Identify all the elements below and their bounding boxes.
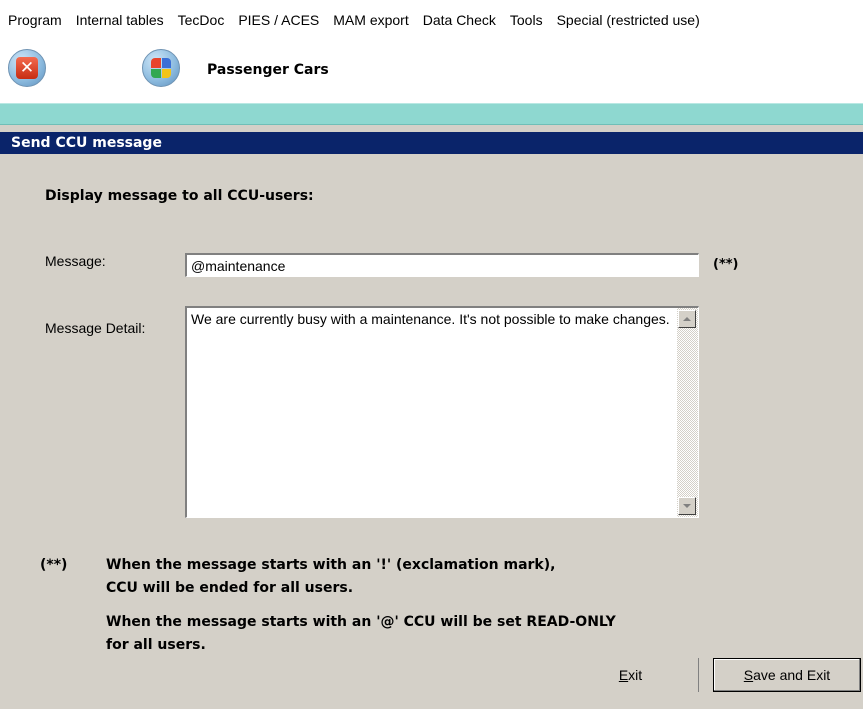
exit-button[interactable]: Exit bbox=[563, 658, 699, 692]
save-label: ave and Exit bbox=[753, 667, 831, 683]
dialog-heading: Display message to all CCU-users: bbox=[45, 188, 314, 204]
menu-tecdoc[interactable]: TecDoc bbox=[172, 12, 233, 28]
message-label: Message: bbox=[45, 253, 106, 269]
accent-strip bbox=[0, 103, 863, 125]
vertical-scrollbar[interactable] bbox=[677, 308, 698, 517]
menu-data-check[interactable]: Data Check bbox=[417, 12, 504, 28]
module-icon bbox=[151, 58, 171, 78]
menu-tools[interactable]: Tools bbox=[504, 12, 551, 28]
note-line-2: CCU will be ended for all users. bbox=[106, 580, 354, 596]
scroll-up-button[interactable] bbox=[678, 310, 696, 328]
menu-mam-export[interactable]: MAM export bbox=[327, 12, 416, 28]
menu-pies-aces[interactable]: PIES / ACES bbox=[232, 12, 327, 28]
note-line-3: When the message starts with an '@' CCU … bbox=[106, 614, 616, 630]
menu-bar: Program Internal tables TecDoc PIES / AC… bbox=[0, 0, 863, 40]
toolbar: ✕ Passenger Cars bbox=[0, 40, 863, 103]
save-and-exit-button[interactable]: Save and Exit bbox=[713, 658, 861, 692]
note-line-1: When the message starts with an '!' (exc… bbox=[106, 557, 556, 573]
close-icon: ✕ bbox=[16, 57, 38, 79]
note-mark: (**) bbox=[40, 557, 68, 573]
message-input[interactable] bbox=[185, 253, 699, 277]
required-mark: (**) bbox=[713, 257, 739, 272]
save-mnemonic: S bbox=[743, 667, 754, 683]
passenger-cars-button[interactable] bbox=[142, 49, 180, 87]
menu-special[interactable]: Special (restricted use) bbox=[551, 12, 708, 28]
arrow-up-icon bbox=[683, 317, 691, 321]
close-button[interactable]: ✕ bbox=[8, 49, 46, 87]
message-detail-field: We are currently busy with a maintenance… bbox=[185, 306, 699, 518]
arrow-down-icon bbox=[683, 504, 691, 508]
module-title: Passenger Cars bbox=[207, 62, 329, 78]
exit-mnemonic: E bbox=[618, 667, 629, 683]
menu-internal-tables[interactable]: Internal tables bbox=[70, 12, 172, 28]
exit-label: xit bbox=[628, 667, 643, 683]
message-detail-label: Message Detail: bbox=[45, 320, 146, 336]
menu-program[interactable]: Program bbox=[2, 12, 70, 28]
message-detail-textarea[interactable]: We are currently busy with a maintenance… bbox=[187, 308, 677, 516]
scroll-down-button[interactable] bbox=[678, 497, 696, 515]
note-line-4: for all users. bbox=[106, 637, 206, 653]
dialog-title: Send CCU message bbox=[0, 132, 863, 154]
